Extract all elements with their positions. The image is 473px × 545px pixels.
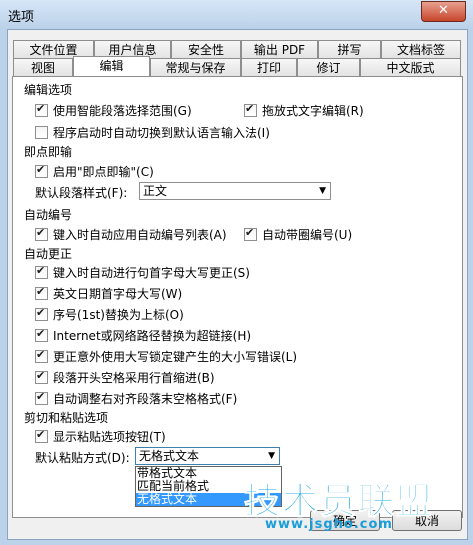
align-space-checkbox[interactable]: 自动调整右对齐段落末空格格式(F) <box>35 390 237 407</box>
checkbox-icon <box>35 226 48 241</box>
hyperlink-label: Internet或网络路径替换为超链接(H) <box>53 329 252 343</box>
cap-first-checkbox[interactable]: 键入时自动进行句首字母大写更正(S) <box>35 264 250 281</box>
watermark-url: www.jsgho.com <box>265 517 393 532</box>
tab-edit[interactable]: 编辑 <box>73 56 150 76</box>
show-paste-button-checkbox[interactable]: 显示粘贴选项按钮(T) <box>35 428 166 445</box>
section-cut-paste: 剪切和粘贴选项 <box>24 411 109 425</box>
window-title: 选项 <box>8 10 35 25</box>
checkbox-icon <box>35 163 48 178</box>
click-type-label: 启用"即点即输"(C) <box>53 165 154 179</box>
chevron-down-icon: ▼ <box>268 451 275 461</box>
circle-num-label: 自动带圈编号(U) <box>262 228 353 242</box>
default-paste-select[interactable]: 无格式文本 ▼ <box>135 447 280 465</box>
drag-edit-checkbox[interactable]: 拖放式文字编辑(R) <box>244 102 364 119</box>
checkbox-icon <box>244 102 257 117</box>
auto-list-checkbox[interactable]: 键入时自动应用自动编号列表(A) <box>35 226 227 243</box>
tab-spelling[interactable]: 拼写 <box>318 40 381 58</box>
hyperlink-checkbox[interactable]: Internet或网络路径替换为超链接(H) <box>35 327 251 344</box>
caps-lock-label: 更正意外使用大写锁定键产生的大小写错误(L) <box>53 350 298 364</box>
auto-ime-checkbox[interactable]: 程序启动时自动切换到默认语言输入法(I) <box>35 124 270 141</box>
checkbox-icon <box>35 428 48 443</box>
checkbox-icon <box>35 306 48 321</box>
indent-label: 段落开头空格采用行首缩进(B) <box>53 371 215 385</box>
circle-num-checkbox[interactable]: 自动带圈编号(U) <box>244 226 352 243</box>
smart-select-label: 使用智能段落选择范围(G) <box>53 104 192 118</box>
drag-edit-label: 拖放式文字编辑(R) <box>262 104 364 118</box>
date-cap-label: 英文日期首字母大写(W) <box>53 287 183 301</box>
tab-view[interactable]: 视图 <box>13 58 73 76</box>
section-click-type: 即点即输 <box>24 145 73 159</box>
para-style-label: 默认段落样式(F): <box>35 186 128 200</box>
click-type-checkbox[interactable]: 启用"即点即输"(C) <box>35 163 154 180</box>
ordinal-checkbox[interactable]: 序号(1st)替换为上标(O) <box>35 306 184 323</box>
default-paste-value: 无格式文本 <box>139 449 200 463</box>
tab-general-save[interactable]: 常规与保存 <box>150 58 241 76</box>
cap-first-label: 键入时自动进行句首字母大写更正(S) <box>53 266 250 280</box>
checkbox-icon <box>35 285 48 300</box>
checkbox-icon <box>35 102 48 117</box>
caps-lock-checkbox[interactable]: 更正意外使用大写锁定键产生的大小写错误(L) <box>35 348 297 365</box>
section-auto-correct: 自动更正 <box>24 247 73 261</box>
section-auto-number: 自动编号 <box>24 208 73 222</box>
chevron-down-icon: ▼ <box>319 186 326 196</box>
para-style-value: 正文 <box>143 184 168 198</box>
checkbox-icon <box>35 327 48 342</box>
tab-doc-labels[interactable]: 文档标签 <box>381 40 461 58</box>
smart-select-checkbox[interactable]: 使用智能段落选择范围(G) <box>35 102 192 119</box>
checkbox-icon <box>244 226 257 241</box>
tab-revision[interactable]: 修订 <box>297 58 360 76</box>
ordinal-label: 序号(1st)替换为上标(O) <box>53 308 184 322</box>
title-bar: 选项 ✕ <box>0 0 473 28</box>
para-style-select[interactable]: 正文 ▼ <box>139 182 331 200</box>
align-space-label: 自动调整右对齐段落末空格格式(F) <box>53 392 238 406</box>
options-dialog: 选项 ✕ 文件位置 用户信息 安全性 输出 PDF 拼写 文档标签 视图 编辑 … <box>0 0 473 545</box>
indent-checkbox[interactable]: 段落开头空格采用行首缩进(B) <box>35 369 215 386</box>
checkbox-icon <box>35 264 48 279</box>
tab-print[interactable]: 打印 <box>241 58 297 76</box>
checkbox-icon <box>35 390 48 405</box>
tab-chinese-layout[interactable]: 中文版式 <box>360 58 461 76</box>
tab-security[interactable]: 安全性 <box>171 40 241 58</box>
checkbox-icon <box>35 369 48 384</box>
default-paste-label: 默认粘贴方式(D): <box>35 451 130 465</box>
show-paste-button-label: 显示粘贴选项按钮(T) <box>53 430 166 444</box>
checkbox-icon <box>35 348 48 363</box>
date-cap-checkbox[interactable]: 英文日期首字母大写(W) <box>35 285 182 302</box>
tab-output-pdf[interactable]: 输出 PDF <box>241 40 318 58</box>
section-edit-options: 编辑选项 <box>24 83 73 97</box>
checkbox-icon <box>35 126 48 139</box>
close-button[interactable]: ✕ <box>421 1 466 22</box>
auto-list-label: 键入时自动应用自动编号列表(A) <box>53 228 227 242</box>
auto-ime-label: 程序启动时自动切换到默认语言输入法(I) <box>53 126 270 140</box>
